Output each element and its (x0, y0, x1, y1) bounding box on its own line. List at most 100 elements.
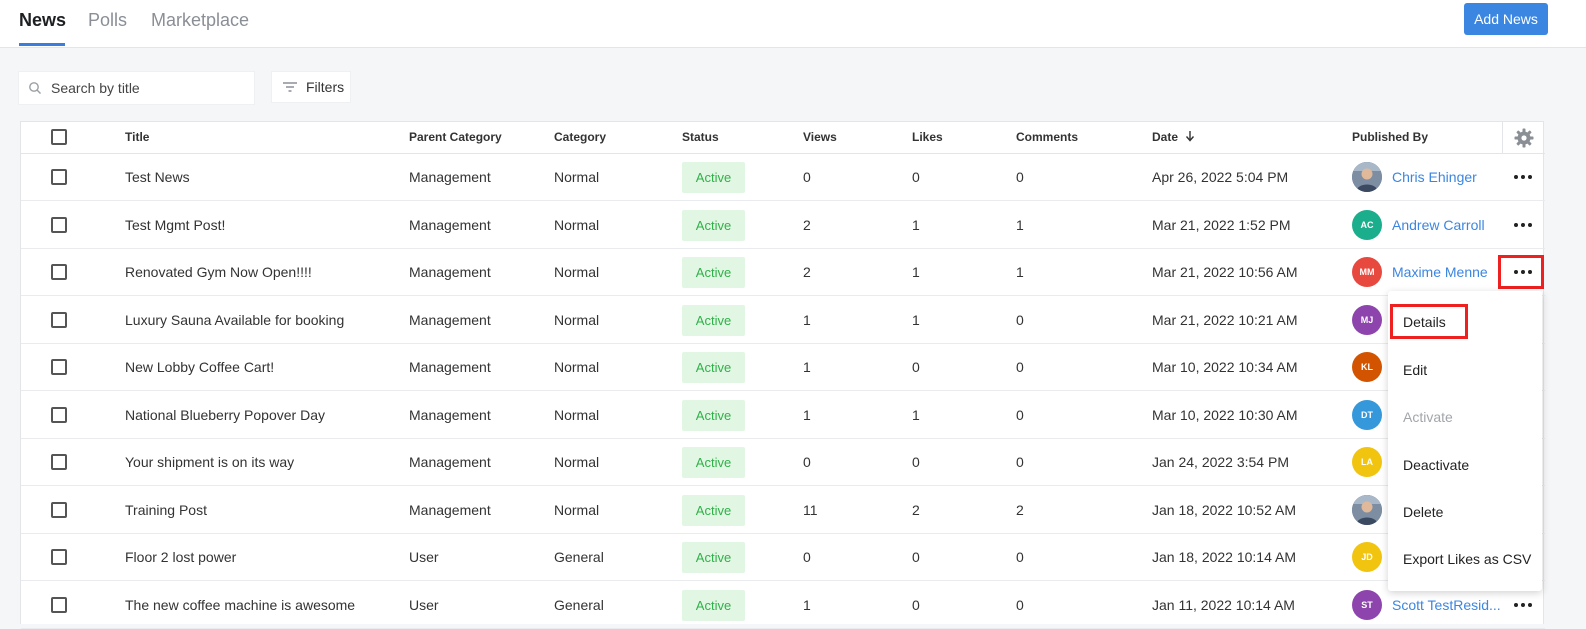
cell-title[interactable]: New Lobby Coffee Cart! (125, 359, 274, 375)
publisher-link[interactable]: Maxime Menne (1392, 264, 1488, 280)
column-settings-button[interactable] (1502, 122, 1545, 154)
row-checkbox[interactable] (51, 359, 67, 375)
row-checkbox[interactable] (51, 406, 67, 423)
cell-title[interactable]: Test Mgmt Post! (125, 217, 225, 233)
cell-parent-category: Management (409, 406, 491, 423)
table-row[interactable]: The new coffee machine is awesome User Gen… (21, 582, 1545, 629)
avatar: KL (1352, 352, 1382, 382)
column-title[interactable]: Title (125, 130, 149, 144)
cell-views: 11 (803, 501, 818, 518)
dot (1528, 175, 1532, 179)
cell-likes: 0 (912, 549, 920, 565)
table-row[interactable]: Test News Management Normal 0 0 0 Apr 26, 2022… (21, 154, 1545, 201)
more-actions-button[interactable] (1511, 165, 1535, 189)
tab-news[interactable]: News (19, 10, 66, 31)
cell-parent-category: Management (409, 501, 491, 518)
avatar: ST (1352, 589, 1382, 620)
news-table: Title Parent Category Category Status Vi… (20, 121, 1545, 629)
dot (1514, 175, 1518, 179)
cell-comments: 1 (1016, 264, 1024, 280)
row-checkbox[interactable] (51, 454, 67, 470)
publisher-link[interactable]: Scott TestResid... (1392, 597, 1501, 613)
cell-title[interactable]: Floor 2 lost power (125, 549, 236, 565)
dot (1521, 602, 1525, 607)
user-photo-icon (1352, 494, 1382, 525)
column-views[interactable]: Views (803, 130, 837, 144)
cell-comments: 0 (1016, 311, 1024, 328)
column-comments[interactable]: Comments (1016, 130, 1078, 144)
status-badge: Active (682, 257, 745, 288)
table-row[interactable]: New Lobby Coffee Cart! Management Normal 1 0… (21, 344, 1545, 391)
more-actions-button[interactable] (1511, 593, 1535, 617)
avatar-initials: ST (1361, 599, 1373, 610)
menu-item-export-likes-csv[interactable]: Export Likes as CSV (1403, 551, 1531, 567)
cell-views: 1 (803, 311, 811, 328)
status-badge: Active (682, 542, 745, 573)
cell-title[interactable]: The new coffee machine is awesome (125, 597, 355, 613)
cell-title[interactable]: Your shipment is on its way (125, 454, 294, 470)
avatar (1352, 494, 1382, 525)
tab-marketplace[interactable]: Marketplace (151, 10, 249, 31)
column-category[interactable]: Category (554, 130, 606, 144)
row-checkbox[interactable] (51, 501, 67, 518)
status-badge: Active (682, 399, 745, 431)
cell-date: Jan 18, 2022 10:52 AM (1152, 501, 1296, 518)
table-row[interactable]: Your shipment is on its way Management Nor… (21, 439, 1545, 486)
row-checkbox[interactable] (51, 311, 67, 328)
cell-category: Normal (554, 406, 600, 423)
row-checkbox[interactable] (51, 216, 67, 233)
cell-category: Normal (554, 359, 600, 375)
row-checkbox[interactable] (51, 264, 67, 280)
menu-item-edit[interactable]: Edit (1403, 362, 1427, 378)
table-row[interactable]: Floor 2 lost power User General 0 0 0 Jan 18, … (21, 534, 1545, 581)
row-checkbox[interactable] (51, 596, 67, 613)
table-row[interactable]: National Blueberry Popover Day Management… (21, 392, 1545, 439)
publisher-link[interactable]: Andrew Carroll (1392, 217, 1485, 233)
cell-category: General (554, 549, 604, 565)
publisher-link[interactable]: Chris Ehinger (1392, 169, 1477, 185)
avatar: MJ (1352, 304, 1382, 335)
cell-views: 1 (803, 359, 811, 375)
dot (1514, 602, 1518, 607)
avatar-initials: LA (1361, 457, 1373, 467)
cell-title[interactable]: National Blueberry Popover Day (125, 407, 325, 423)
row-checkbox[interactable] (51, 549, 67, 565)
dot (1521, 175, 1525, 179)
cell-title[interactable]: Training Post (125, 502, 207, 518)
menu-item-deactivate[interactable]: Deactivate (1403, 457, 1469, 473)
cell-views: 1 (803, 406, 811, 423)
cell-title[interactable]: Renovated Gym Now Open!!!! (125, 264, 312, 280)
table-row[interactable]: Training Post Management Normal 11 2 2 Jan 18,… (21, 487, 1545, 534)
table-row[interactable]: Luxury Sauna Available for booking Manage… (21, 297, 1545, 344)
search-input[interactable] (51, 80, 241, 96)
cell-date: Jan 11, 2022 10:14 AM (1152, 596, 1295, 613)
select-all-checkbox[interactable] (51, 129, 67, 145)
dot (1528, 602, 1532, 607)
cell-title[interactable]: Luxury Sauna Available for booking (125, 312, 344, 328)
table-row[interactable]: Renovated Gym Now Open!!!! Management Norm… (21, 249, 1545, 296)
column-status[interactable]: Status (682, 130, 719, 144)
cell-category: General (554, 596, 604, 613)
dot (1514, 222, 1518, 227)
column-date[interactable]: Date (1152, 130, 1195, 144)
column-parent-category[interactable]: Parent Category (409, 130, 502, 144)
menu-item-delete[interactable]: Delete (1403, 504, 1443, 520)
cell-comments: 0 (1016, 549, 1024, 565)
avatar-initials: MJ (1360, 314, 1374, 325)
top-navigation: News Polls Marketplace Add News (0, 0, 1586, 48)
search-box[interactable] (18, 71, 255, 105)
tab-polls[interactable]: Polls (88, 10, 127, 31)
column-likes[interactable]: Likes (912, 130, 943, 144)
add-news-button[interactable]: Add News (1464, 3, 1548, 35)
cell-title[interactable]: Test News (125, 169, 190, 185)
column-published-by[interactable]: Published By (1352, 130, 1428, 144)
cell-views: 2 (803, 216, 811, 233)
row-checkbox[interactable] (51, 169, 67, 185)
cell-views: 0 (803, 454, 811, 470)
filters-button[interactable]: Filters (271, 71, 351, 103)
cell-date: Mar 10, 2022 10:34 AM (1152, 359, 1298, 375)
highlight-details (1390, 304, 1468, 339)
more-actions-button[interactable] (1511, 213, 1535, 237)
cell-views: 2 (803, 264, 811, 280)
table-row[interactable]: Test Mgmt Post! Management Normal 2 1 1 Mar 21… (21, 202, 1545, 249)
